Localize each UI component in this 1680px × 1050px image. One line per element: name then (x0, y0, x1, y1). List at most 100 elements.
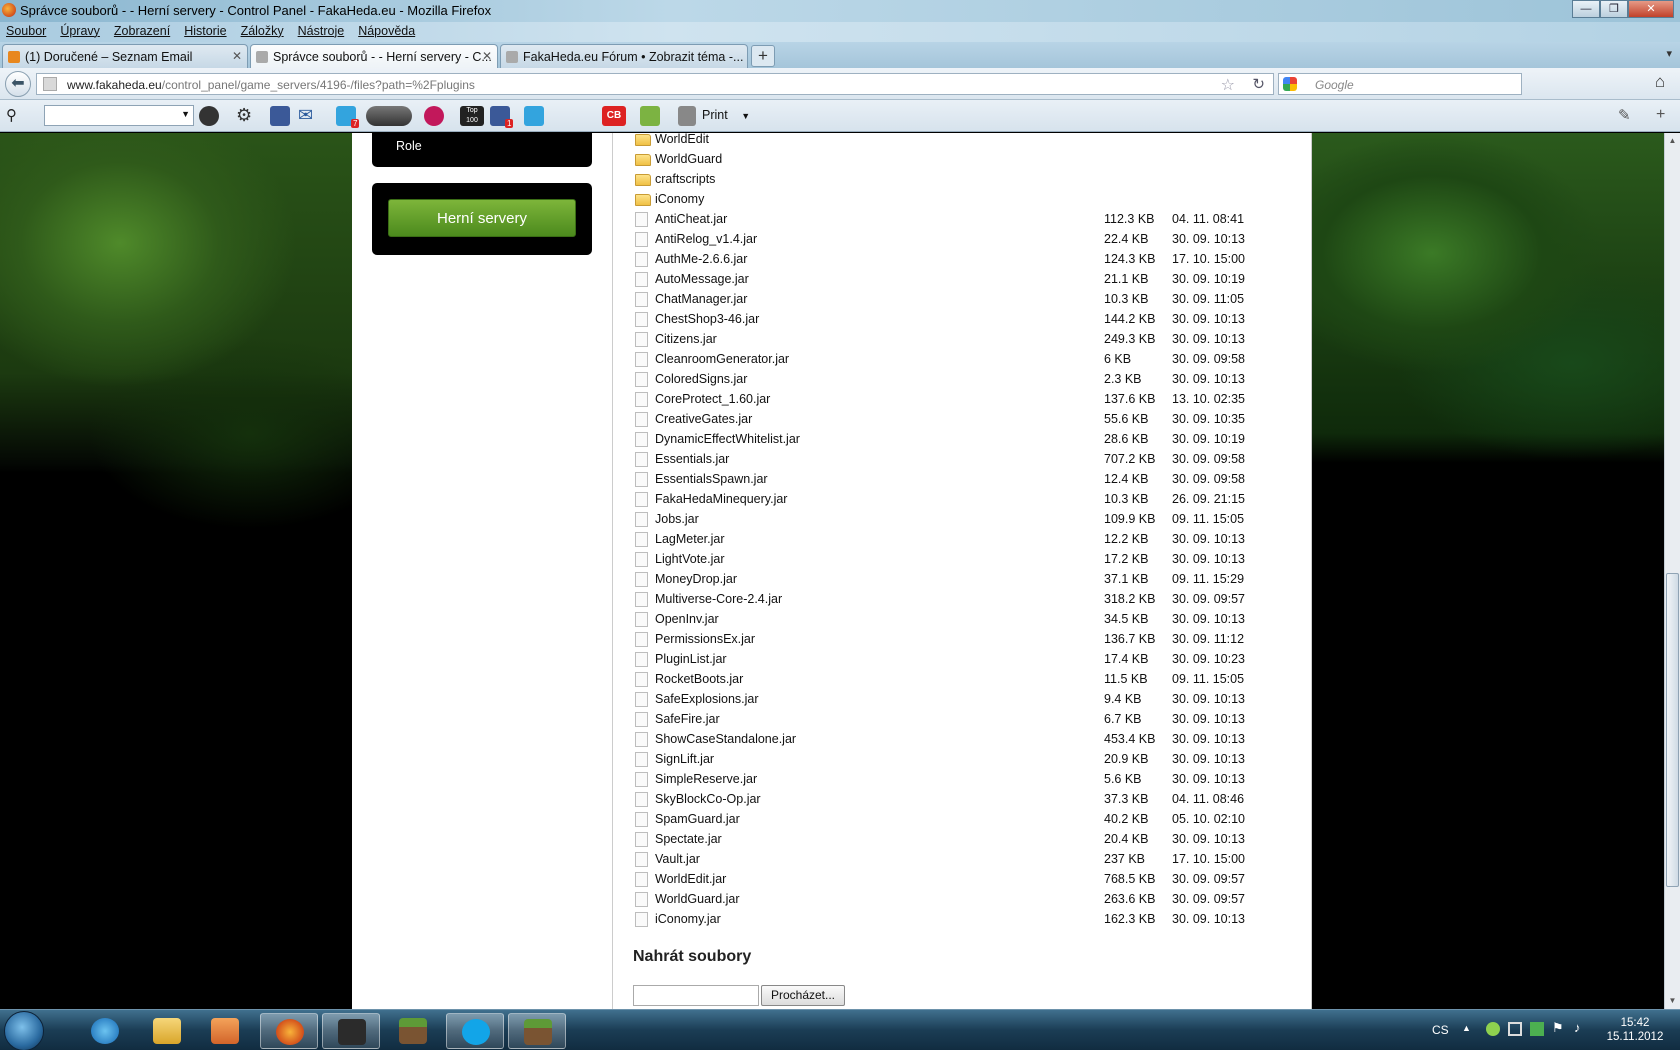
file-name[interactable]: LagMeter.jar (655, 532, 724, 546)
file-row[interactable]: Vault.jar 237 KB 17. 10. 15:00 (613, 849, 1313, 869)
skype-taskbar-button[interactable] (446, 1013, 504, 1049)
maximize-button[interactable]: ❐ (1600, 0, 1628, 18)
folder-name[interactable]: iConomy (655, 192, 704, 206)
folder-row[interactable]: WorldEdit (613, 133, 1313, 149)
file-name[interactable]: ChestShop3-46.jar (655, 312, 759, 326)
vertical-scrollbar[interactable]: ▲ ▼ (1664, 133, 1680, 1009)
folder-row[interactable]: craftscripts (613, 169, 1313, 189)
file-name[interactable]: WorldGuard.jar (655, 892, 740, 906)
back-button[interactable]: ⬅ (5, 71, 31, 97)
file-name[interactable]: iConomy.jar (655, 912, 721, 926)
minecraft-server-taskbar-button[interactable] (508, 1013, 566, 1049)
explorer-taskbar-button[interactable] (138, 1013, 196, 1049)
file-row[interactable]: Citizens.jar 249.3 KB 30. 09. 10:13 (613, 329, 1313, 349)
tray-app-icon[interactable] (1486, 1022, 1500, 1036)
folder-name[interactable]: WorldEdit (655, 133, 709, 146)
file-row[interactable]: Jobs.jar 109.9 KB 09. 11. 15:05 (613, 509, 1313, 529)
file-name[interactable]: SignLift.jar (655, 752, 714, 766)
file-row[interactable]: MoneyDrop.jar 37.1 KB 09. 11. 15:29 (613, 569, 1313, 589)
file-row[interactable]: AuthMe-2.6.6.jar 124.3 KB 17. 10. 15:00 (613, 249, 1313, 269)
scrollbar-thumb[interactable] (1666, 573, 1679, 887)
file-row[interactable]: iConomy.jar 162.3 KB 30. 09. 10:13 (613, 909, 1313, 929)
new-tab-button[interactable]: + (751, 45, 775, 67)
file-name[interactable]: SafeExplosions.jar (655, 692, 759, 706)
game-servers-button[interactable]: Herní servery (388, 199, 576, 237)
close-button[interactable]: ✕ (1628, 0, 1674, 18)
tab-list-dropdown-icon[interactable]: ▾ (1666, 47, 1672, 60)
add-toolbar-icon[interactable]: + (1656, 106, 1676, 126)
ie-taskbar-button[interactable] (76, 1013, 134, 1049)
file-row[interactable]: SpamGuard.jar 40.2 KB 05. 10. 02:10 (613, 809, 1313, 829)
file-name[interactable]: Jobs.jar (655, 512, 699, 526)
folder-name[interactable]: craftscripts (655, 172, 715, 186)
mail-icon[interactable]: ✉ (298, 106, 318, 126)
tab-close-icon[interactable]: ✕ (232, 49, 242, 63)
file-row[interactable]: AntiRelog_v1.4.jar 22.4 KB 30. 09. 10:13 (613, 229, 1313, 249)
url-bar[interactable]: www.fakaheda.eu/control_panel/game_serve… (36, 73, 1274, 95)
file-name[interactable]: ChatManager.jar (655, 292, 747, 306)
file-row[interactable]: EssentialsSpawn.jar 12.4 KB 30. 09. 09:58 (613, 469, 1313, 489)
file-row[interactable]: DynamicEffectWhitelist.jar 28.6 KB 30. 09.… (613, 429, 1313, 449)
file-name[interactable]: ShowCaseStandalone.jar (655, 732, 796, 746)
folder-row[interactable]: iConomy (613, 189, 1313, 209)
security-icon[interactable] (1530, 1022, 1544, 1036)
file-row[interactable]: SafeFire.jar 6.7 KB 30. 09. 10:13 (613, 709, 1313, 729)
file-name[interactable]: FakaHedaMinequery.jar (655, 492, 787, 506)
record-icon[interactable] (424, 106, 444, 126)
firefox-taskbar-button[interactable] (260, 1013, 318, 1049)
minecraft-taskbar-button[interactable] (384, 1013, 442, 1049)
file-row[interactable]: SignLift.jar 20.9 KB 30. 09. 10:13 (613, 749, 1313, 769)
file-name[interactable]: AntiCheat.jar (655, 212, 727, 226)
menu-zobrazeni[interactable]: Zobrazení (114, 22, 170, 42)
file-name[interactable]: CoreProtect_1.60.jar (655, 392, 770, 406)
file-row[interactable]: CleanroomGenerator.jar 6 KB 30. 09. 09:58 (613, 349, 1313, 369)
reload-icon[interactable]: ↻ (1252, 75, 1265, 93)
file-name[interactable]: Essentials.jar (655, 452, 729, 466)
file-row[interactable]: ColoredSigns.jar 2.3 KB 30. 09. 10:13 (613, 369, 1313, 389)
file-name[interactable]: SkyBlockCo-Op.jar (655, 792, 761, 806)
file-name[interactable]: PluginList.jar (655, 652, 727, 666)
file-row[interactable]: AutoMessage.jar 21.1 KB 30. 09. 10:19 (613, 269, 1313, 289)
search-icon[interactable]: ⚲ (6, 106, 26, 126)
top100-icon[interactable]: Top 100 (460, 106, 484, 126)
file-name[interactable]: SimpleReserve.jar (655, 772, 757, 786)
file-row[interactable]: Multiverse-Core-2.4.jar 318.2 KB 30. 09. 0… (613, 589, 1313, 609)
file-name[interactable]: CreativeGates.jar (655, 412, 752, 426)
volume-icon[interactable]: ♪ (1574, 1020, 1581, 1035)
menu-napoveda[interactable]: Nápověda (358, 22, 415, 42)
file-row[interactable]: FakaHedaMinequery.jar 10.3 KB 26. 09. 21:1… (613, 489, 1313, 509)
menu-historie[interactable]: Historie (184, 22, 226, 42)
file-row[interactable]: OpenInv.jar 34.5 KB 30. 09. 10:13 (613, 609, 1313, 629)
twitter-icon[interactable] (524, 106, 544, 126)
menu-zalozky[interactable]: Záložky (241, 22, 284, 42)
file-name[interactable]: OpenInv.jar (655, 612, 719, 626)
file-row[interactable]: CreativeGates.jar 55.6 KB 30. 09. 10:35 (613, 409, 1313, 429)
menu-upravy[interactable]: Úpravy (60, 22, 100, 42)
print-button[interactable]: Print ▼ (702, 108, 750, 122)
file-name[interactable]: SafeFire.jar (655, 712, 720, 726)
minimize-button[interactable]: — (1572, 0, 1600, 18)
tab-forum[interactable]: FakaHeda.eu Fórum • Zobrazit téma -... (500, 44, 748, 68)
file-row[interactable]: AntiCheat.jar 112.3 KB 04. 11. 08:41 (613, 209, 1313, 229)
toolbar-search-select[interactable]: ▼ (44, 105, 194, 126)
file-name[interactable]: Multiverse-Core-2.4.jar (655, 592, 782, 606)
file-name[interactable]: AntiRelog_v1.4.jar (655, 232, 757, 246)
file-name[interactable]: AuthMe-2.6.6.jar (655, 252, 747, 266)
browse-button[interactable]: Procházet... (761, 985, 845, 1006)
file-row[interactable]: Essentials.jar 707.2 KB 30. 09. 09:58 (613, 449, 1313, 469)
file-name[interactable]: LightVote.jar (655, 552, 725, 566)
upload-file-input[interactable] (633, 985, 759, 1006)
start-button[interactable] (4, 1011, 44, 1050)
folder-row[interactable]: WorldGuard (613, 149, 1313, 169)
file-row[interactable]: ShowCaseStandalone.jar 453.4 KB 30. 09. 10… (613, 729, 1313, 749)
file-row[interactable]: LagMeter.jar 12.2 KB 30. 09. 10:13 (613, 529, 1313, 549)
file-row[interactable]: SkyBlockCo-Op.jar 37.3 KB 04. 11. 08:46 (613, 789, 1313, 809)
file-row[interactable]: WorldGuard.jar 263.6 KB 30. 09. 09:57 (613, 889, 1313, 909)
file-name[interactable]: EssentialsSpawn.jar (655, 472, 768, 486)
addon-icon[interactable] (640, 106, 660, 126)
file-name[interactable]: CleanroomGenerator.jar (655, 352, 789, 366)
file-name[interactable]: Spectate.jar (655, 832, 722, 846)
media-player-taskbar-button[interactable] (196, 1013, 254, 1049)
language-indicator[interactable]: CS (1432, 1023, 1449, 1037)
media-player-icon[interactable] (366, 106, 412, 126)
